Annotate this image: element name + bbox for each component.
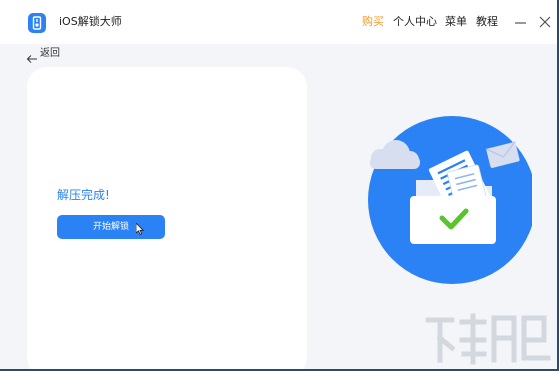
mouse-cursor-icon <box>136 223 144 235</box>
back-label: 返回 <box>40 48 60 59</box>
main-card: 解压完成! 开始解锁 <box>27 67 307 369</box>
menu-tutorial[interactable]: 教程 <box>476 14 498 30</box>
app-window: iOS解锁大师 购买 个人中心 菜单 教程 返回 解压完成! 开始解锁 <box>0 0 557 369</box>
app-title: iOS解锁大师 <box>59 15 122 28</box>
menu-menu[interactable]: 菜单 <box>445 14 467 30</box>
start-unlock-button[interactable]: 开始解锁 <box>57 215 165 239</box>
folder-with-check-icon <box>368 116 532 284</box>
menu-account[interactable]: 个人中心 <box>393 14 437 30</box>
status-text: 解压完成! <box>57 188 110 202</box>
minimize-icon[interactable] <box>513 14 529 30</box>
lock-phone-icon <box>28 13 46 33</box>
close-icon[interactable] <box>537 14 553 30</box>
menu-buy[interactable]: 购买 <box>362 14 384 30</box>
back-link[interactable]: 返回 <box>26 46 60 63</box>
title-bar: iOS解锁大师 购买 个人中心 菜单 教程 <box>0 0 557 44</box>
watermark-logo <box>425 313 551 365</box>
arrow-left-icon <box>26 49 38 63</box>
